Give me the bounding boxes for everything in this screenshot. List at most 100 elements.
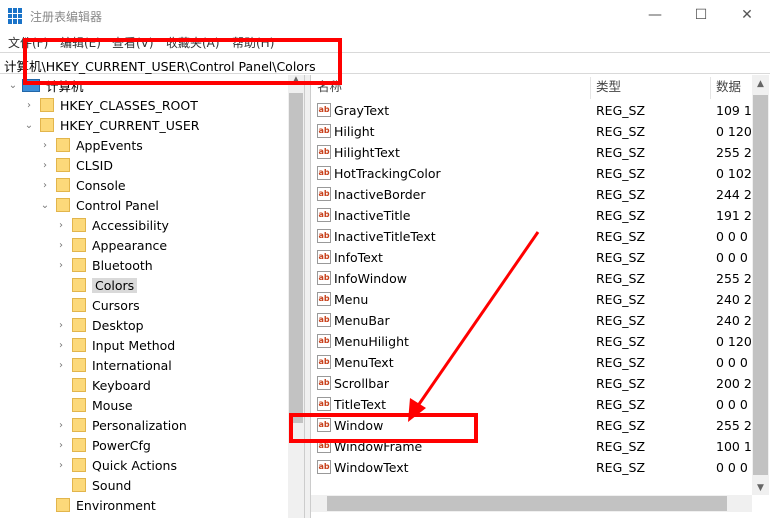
- tree-item[interactable]: › HKEY_CLASSES_ROOT: [22, 95, 198, 115]
- value-row[interactable]: ab WindowText REG_SZ 0 0 0: [311, 457, 752, 478]
- tree-item[interactable]: ⌄ Control Panel: [38, 195, 159, 215]
- tree-scrollbar[interactable]: ▲: [288, 75, 304, 518]
- key-tree: ⌄ 计算机 › HKEY_CLASSES_ROOT ⌄ HKEY_CURRENT_USER…: [0, 75, 305, 518]
- menu-favorites[interactable]: 收藏夹(A): [166, 34, 220, 51]
- folder-icon: [72, 458, 86, 472]
- value-row[interactable]: ab Scrollbar REG_SZ 200 20: [311, 373, 752, 394]
- chevron-down-icon[interactable]: ⌄: [6, 80, 20, 91]
- tree-item-label: Colors: [92, 277, 138, 293]
- value-row[interactable]: ab HilightText REG_SZ 255 25: [311, 142, 752, 163]
- chevron-right-icon[interactable]: ›: [54, 360, 68, 371]
- value-row[interactable]: ab Menu REG_SZ 240 24: [311, 289, 752, 310]
- string-value-icon: ab: [317, 376, 331, 390]
- menu-view[interactable]: 查看(V): [112, 34, 154, 51]
- string-value-icon: ab: [317, 250, 331, 264]
- value-name: WindowText: [334, 460, 409, 475]
- chevron-right-icon[interactable]: ›: [54, 420, 68, 431]
- column-header-name[interactable]: 名称: [317, 75, 342, 99]
- string-value-icon: ab: [317, 334, 331, 348]
- column-header-data[interactable]: 数据: [716, 75, 741, 99]
- chevron-right-icon[interactable]: ›: [54, 440, 68, 451]
- tree-item-label: Environment: [76, 497, 156, 513]
- value-row[interactable]: ab TitleText REG_SZ 0 0 0: [311, 394, 752, 415]
- tree-item[interactable]: › Accessibility: [54, 215, 169, 235]
- value-row[interactable]: ab HotTrackingColor REG_SZ 0 102: [311, 163, 752, 184]
- value-row[interactable]: ab InactiveTitle REG_SZ 191 20: [311, 205, 752, 226]
- value-row[interactable]: ab GrayText REG_SZ 109 10: [311, 100, 752, 121]
- chevron-right-icon[interactable]: ›: [38, 180, 52, 191]
- value-row[interactable]: ab InfoText REG_SZ 0 0 0: [311, 247, 752, 268]
- value-row[interactable]: ab InactiveBorder REG_SZ 244 24: [311, 184, 752, 205]
- tree-item[interactable]: ⌄ 计算机: [6, 75, 84, 95]
- value-row[interactable]: ab InactiveTitleText REG_SZ 0 0 0: [311, 226, 752, 247]
- chevron-down-icon[interactable]: ⌄: [22, 120, 36, 131]
- tree-item[interactable]: Cursors: [54, 295, 140, 315]
- chevron-down-icon[interactable]: ⌄: [38, 200, 52, 211]
- string-value-icon: ab: [317, 355, 331, 369]
- value-type: REG_SZ: [596, 103, 646, 118]
- tree-item-label: Input Method: [92, 337, 176, 353]
- folder-icon: [72, 298, 86, 312]
- tree-item-label: Control Panel: [76, 197, 159, 213]
- tree-item[interactable]: › Input Method: [54, 335, 175, 355]
- tree-item-label: Personalization: [92, 417, 187, 433]
- chevron-right-icon[interactable]: ›: [54, 460, 68, 471]
- folder-icon: [56, 498, 70, 512]
- menu-file[interactable]: 文件(F): [8, 34, 48, 51]
- close-button[interactable]: ✕: [724, 0, 770, 30]
- tree-item[interactable]: › PowerCfg: [54, 435, 151, 455]
- chevron-right-icon[interactable]: ›: [38, 140, 52, 151]
- chevron-right-icon[interactable]: ›: [54, 320, 68, 331]
- tree-item[interactable]: › Quick Actions: [54, 455, 177, 475]
- values-scroll-thumb[interactable]: [753, 95, 768, 475]
- chevron-right-icon[interactable]: ›: [54, 340, 68, 351]
- value-data: 0 0 0: [716, 397, 748, 412]
- folder-icon: [56, 198, 70, 212]
- folder-icon: [72, 378, 86, 392]
- tree-item[interactable]: › International: [54, 355, 172, 375]
- value-row[interactable]: ab MenuText REG_SZ 0 0 0: [311, 352, 752, 373]
- tree-item[interactable]: Environment: [38, 495, 156, 515]
- tree-item[interactable]: › Personalization: [54, 415, 187, 435]
- address-bar[interactable]: 计算机\HKEY_CURRENT_USER\Control Panel\Colo…: [0, 52, 770, 74]
- tree-item[interactable]: Sound: [54, 475, 131, 495]
- chevron-right-icon[interactable]: ›: [54, 260, 68, 271]
- value-row[interactable]: ab MenuHilight REG_SZ 0 120: [311, 331, 752, 352]
- value-name: HilightText: [334, 145, 400, 160]
- value-row[interactable]: ab InfoWindow REG_SZ 255 25: [311, 268, 752, 289]
- folder-icon: [72, 318, 86, 332]
- value-data: 255 25: [716, 271, 752, 286]
- chevron-right-icon[interactable]: ›: [38, 160, 52, 171]
- chevron-right-icon[interactable]: ›: [54, 240, 68, 251]
- value-data: 191 20: [716, 208, 752, 223]
- tree-scroll-thumb[interactable]: [289, 93, 303, 423]
- value-data: 240 24: [716, 292, 752, 307]
- value-name: InfoText: [334, 250, 383, 265]
- tree-item[interactable]: › Bluetooth: [54, 255, 153, 275]
- tree-item[interactable]: › Desktop: [54, 315, 144, 335]
- values-hscrollbar[interactable]: [311, 495, 752, 512]
- values-scrollbar[interactable]: ▲ ▼: [752, 75, 769, 495]
- tree-item[interactable]: ⌄ HKEY_CURRENT_USER: [22, 115, 200, 135]
- tree-item[interactable]: › Appearance: [54, 235, 167, 255]
- tree-item[interactable]: › CLSID: [38, 155, 113, 175]
- tree-item[interactable]: › Console: [38, 175, 126, 195]
- chevron-right-icon[interactable]: ›: [22, 100, 36, 111]
- menu-help[interactable]: 帮助(H): [232, 34, 274, 51]
- tree-item[interactable]: › AppEvents: [38, 135, 143, 155]
- tree-item[interactable]: Mouse: [54, 395, 133, 415]
- minimize-button[interactable]: —: [632, 0, 678, 30]
- tree-item[interactable]: Colors: [54, 275, 138, 295]
- menu-edit[interactable]: 编辑(E): [60, 34, 101, 51]
- value-row[interactable]: ab WindowFrame REG_SZ 100 10: [311, 436, 752, 457]
- value-row[interactable]: ab Hilight REG_SZ 0 120: [311, 121, 752, 142]
- maximize-button[interactable]: ☐: [678, 0, 724, 30]
- value-type: REG_SZ: [596, 397, 646, 412]
- value-row[interactable]: ab MenuBar REG_SZ 240 24: [311, 310, 752, 331]
- chevron-right-icon[interactable]: ›: [54, 220, 68, 231]
- tree-item-label: AppEvents: [76, 137, 143, 153]
- folder-icon: [72, 278, 86, 292]
- value-row[interactable]: ab Window REG_SZ 255 25: [311, 415, 752, 436]
- tree-item[interactable]: Keyboard: [54, 375, 151, 395]
- column-header-type[interactable]: 类型: [596, 75, 621, 99]
